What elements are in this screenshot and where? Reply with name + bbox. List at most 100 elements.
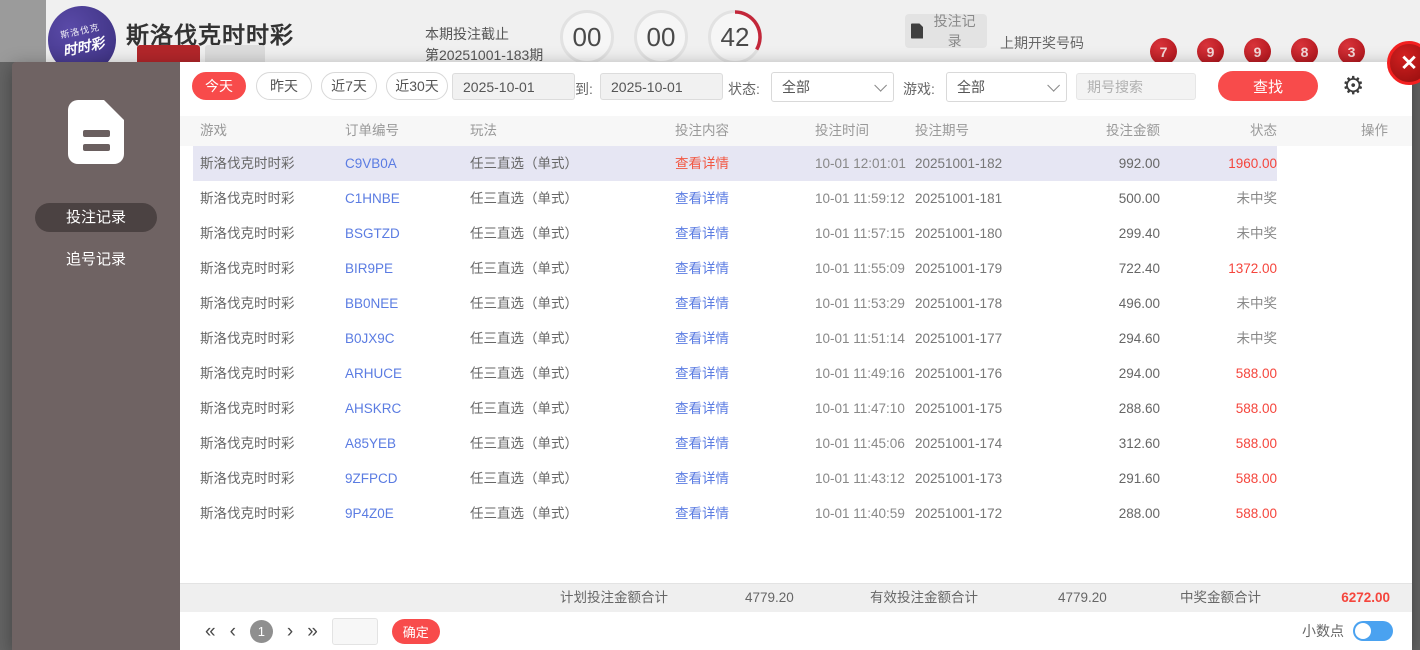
cell-amount: 294.60 [1118, 331, 1160, 346]
view-details-link[interactable]: 查看详情 [675, 251, 815, 286]
cell-game: 斯洛伐克时时彩 [200, 331, 295, 346]
cell-play: 任三直选（单式） [470, 191, 578, 206]
order-link[interactable]: BIR9PE [345, 251, 470, 286]
view-details-link[interactable]: 查看详情 [675, 216, 815, 251]
decimal-toggle[interactable] [1353, 621, 1393, 641]
draw-ball: 3 [1338, 38, 1365, 65]
table-row: 斯洛伐克时时彩 C1HNBE 任三直选（单式） 查看详情 10-01 11:59… [180, 181, 1412, 216]
cell-game: 斯洛伐克时时彩 [200, 296, 295, 311]
cell-amount: 312.60 [1118, 436, 1160, 451]
cell-status: 588.00 [1235, 366, 1277, 381]
view-details-link[interactable]: 查看详情 [675, 391, 815, 426]
cell-action [1277, 356, 1388, 391]
cell-amount: 291.60 [1118, 471, 1160, 486]
page-jump-input[interactable] [331, 617, 378, 645]
countdown-progress-arc [734, 10, 762, 51]
cell-action [1277, 496, 1388, 531]
cell-status: 588.00 [1235, 436, 1277, 451]
view-details-link[interactable]: 查看详情 [675, 426, 815, 461]
cell-game: 斯洛伐克时时彩 [200, 261, 295, 276]
current-page-button[interactable]: 1 [249, 619, 273, 643]
cell-status: 1372.00 [1228, 261, 1277, 276]
cell-time: 10-01 11:43:12 [815, 471, 905, 486]
table-row: 斯洛伐克时时彩 BB0NEE 任三直选（单式） 查看详情 10-01 11:53… [180, 286, 1412, 321]
date-from-input[interactable] [452, 73, 575, 100]
cell-action [1277, 461, 1388, 496]
cell-time: 10-01 11:40:59 [815, 506, 905, 521]
game-select[interactable]: 全部 [946, 72, 1067, 102]
cell-period: 20251001-182 [915, 156, 1003, 171]
modal-sidebar: 投注记录 追号记录 [12, 62, 180, 650]
cell-action [1277, 426, 1388, 461]
view-details-link[interactable]: 查看详情 [675, 356, 815, 391]
countdown-minutes: 00 [634, 10, 688, 64]
date-to-input[interactable] [600, 73, 723, 100]
view-details-link[interactable]: 查看详情 [675, 461, 815, 496]
view-details-link[interactable]: 查看详情 [675, 181, 815, 216]
cell-play: 任三直选（单式） [470, 366, 578, 381]
confirm-button[interactable]: 确定 [391, 618, 440, 644]
sidebar-item-chase-records[interactable]: 追号记录 [35, 245, 157, 274]
draw-ball: 8 [1291, 38, 1318, 65]
cell-status: 588.00 [1235, 471, 1277, 486]
pagination: « ‹ 1 › » 确定 [205, 612, 440, 650]
cell-amount: 299.40 [1118, 226, 1160, 241]
order-link[interactable]: AHSKRC [345, 391, 470, 426]
bet-records-button[interactable]: 投注记录 [905, 13, 987, 49]
cell-game: 斯洛伐克时时彩 [200, 506, 295, 521]
range-yesterday-button[interactable]: 昨天 [256, 72, 312, 100]
valid-total-value: 4779.20 [1058, 590, 1107, 605]
next-page-button[interactable]: › [287, 622, 293, 641]
last-page-button[interactable]: » [307, 622, 318, 641]
order-link[interactable]: C9VB0A [345, 146, 470, 181]
table-row: 斯洛伐克时时彩 C9VB0A 任三直选（单式） 查看详情 10-01 12:01… [180, 146, 1412, 181]
search-button[interactable]: 查找 [1218, 71, 1318, 101]
cell-time: 10-01 11:47:10 [815, 401, 905, 416]
order-link[interactable]: C1HNBE [345, 181, 470, 216]
win-total-value: 6272.00 [1341, 590, 1390, 605]
order-link[interactable]: A85YEB [345, 426, 470, 461]
chevron-down-icon [1047, 78, 1060, 92]
cell-game: 斯洛伐克时时彩 [200, 156, 295, 171]
period-search-input[interactable] [1076, 73, 1196, 100]
first-page-button[interactable]: « [205, 622, 216, 641]
prev-page-button[interactable]: ‹ [230, 622, 236, 641]
cell-amount: 722.40 [1118, 261, 1160, 276]
table-header-row: 游戏 订单编号 玩法 投注内容 投注时间 投注期号 投注金额 状态 操作 [180, 116, 1412, 146]
cell-status: 1960.00 [1228, 156, 1277, 171]
range-30days-button[interactable]: 近30天 [386, 72, 448, 100]
order-link[interactable]: B0JX9C [345, 321, 470, 356]
cell-action [1277, 286, 1388, 321]
cell-play: 任三直选（单式） [470, 401, 578, 416]
view-details-link[interactable]: 查看详情 [675, 496, 815, 531]
order-link[interactable]: BSGTZD [345, 216, 470, 251]
cell-period: 20251001-173 [915, 471, 1003, 486]
order-link[interactable]: ARHUCE [345, 356, 470, 391]
to-label: 到: [575, 81, 593, 97]
status-select[interactable]: 全部 [771, 72, 894, 102]
cell-play: 任三直选（单式） [470, 226, 578, 241]
cell-period: 20251001-177 [915, 331, 1003, 346]
range-7days-button[interactable]: 近7天 [321, 72, 377, 100]
range-today-button[interactable]: 今天 [192, 72, 246, 100]
table-row: 斯洛伐克时时彩 BSGTZD 任三直选（单式） 查看详情 10-01 11:57… [180, 216, 1412, 251]
gear-icon[interactable]: ⚙ [1342, 71, 1364, 101]
view-details-link[interactable]: 查看详情 [675, 146, 815, 181]
cell-action [1277, 216, 1388, 251]
order-link[interactable]: 9ZFPCD [345, 461, 470, 496]
cell-action [1277, 391, 1388, 426]
order-link[interactable]: 9P4Z0E [345, 496, 470, 531]
game-label: 游戏: [903, 81, 935, 97]
view-details-link[interactable]: 查看详情 [675, 286, 815, 321]
cell-status: 未中奖 [1236, 191, 1278, 206]
cell-period: 20251001-176 [915, 366, 1003, 381]
sidebar-item-bet-records[interactable]: 投注记录 [35, 203, 157, 232]
cell-amount: 992.00 [1118, 156, 1160, 171]
view-details-link[interactable]: 查看详情 [675, 321, 815, 356]
cell-status: 未中奖 [1236, 296, 1278, 311]
cell-play: 任三直选（单式） [470, 331, 578, 346]
order-link[interactable]: BB0NEE [345, 286, 470, 321]
last-draw-label: 上期开奖号码 [1000, 35, 1084, 51]
table-row: 斯洛伐克时时彩 9ZFPCD 任三直选（单式） 查看详情 10-01 11:43… [180, 461, 1412, 496]
cell-time: 10-01 11:59:12 [815, 191, 905, 206]
